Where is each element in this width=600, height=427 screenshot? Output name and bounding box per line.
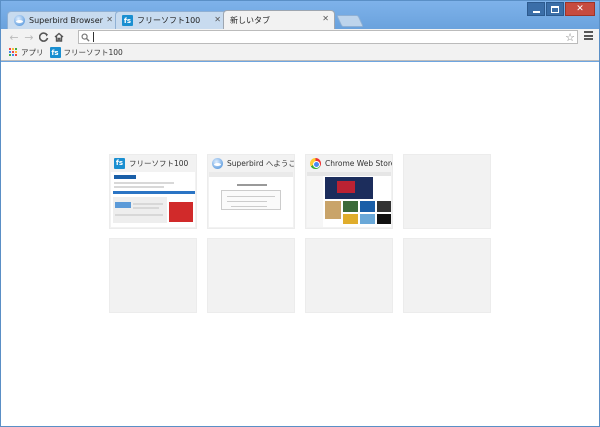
tab-superbird-browser[interactable]: Superbird Browser ✕ bbox=[7, 11, 119, 29]
tile-title: Superbird へようこそ bbox=[227, 158, 294, 168]
tab-close-icon[interactable]: ✕ bbox=[106, 16, 113, 24]
most-visited-grid: fs フリーソフト100 Superbird へよう Chrome Web St… bbox=[109, 154, 493, 313]
omnibox-input[interactable] bbox=[94, 31, 577, 43]
menu-bar-icon bbox=[584, 34, 593, 37]
minimize-icon bbox=[532, 10, 540, 13]
menu-bar-icon bbox=[584, 38, 593, 40]
most-visited-tile-chrome-web-store[interactable]: Chrome Web Store bbox=[305, 154, 393, 229]
window-controls: ✕ bbox=[527, 2, 595, 16]
home-icon bbox=[54, 32, 64, 42]
bookmark-star-icon[interactable]: ☆ bbox=[565, 31, 575, 44]
tile-thumbnail bbox=[209, 172, 293, 227]
tab-new-tab[interactable]: 新しいタブ ✕ bbox=[223, 10, 335, 29]
tab-label: Superbird Browser bbox=[29, 16, 103, 25]
bookmarks-bar: アプリ fs フリーソフト100 bbox=[1, 45, 599, 61]
bookmark-apps[interactable]: アプリ bbox=[9, 47, 44, 58]
tab-freesoft100[interactable]: fs フリーソフト100 ✕ bbox=[115, 11, 227, 29]
search-icon bbox=[81, 32, 90, 42]
tile-title: フリーソフト100 bbox=[129, 158, 189, 168]
menu-bar-icon bbox=[584, 31, 593, 33]
reload-button[interactable] bbox=[37, 30, 51, 44]
chrome-web-store-favicon-icon bbox=[310, 157, 321, 169]
omnibox[interactable]: ☆ bbox=[78, 30, 578, 44]
tile-title: Chrome Web Store bbox=[325, 158, 392, 168]
close-window-button[interactable]: ✕ bbox=[565, 2, 595, 16]
maximize-icon bbox=[551, 5, 559, 13]
home-button[interactable] bbox=[52, 30, 66, 44]
bookmark-freesoft100[interactable]: fs フリーソフト100 bbox=[49, 47, 123, 58]
close-icon: ✕ bbox=[576, 4, 584, 14]
most-visited-tile-empty bbox=[403, 154, 491, 229]
fs-favicon-icon: fs bbox=[114, 157, 125, 169]
tile-thumbnail bbox=[111, 172, 195, 227]
tab-close-icon[interactable]: ✕ bbox=[322, 15, 329, 23]
most-visited-tile-freesoft100[interactable]: fs フリーソフト100 bbox=[109, 154, 197, 229]
title-bar: Superbird Browser ✕ fs フリーソフト100 ✕ 新しいタブ… bbox=[1, 1, 599, 29]
reload-icon bbox=[39, 32, 49, 42]
superbird-favicon-icon bbox=[212, 157, 223, 169]
most-visited-tile-empty bbox=[305, 238, 393, 313]
fs-favicon-icon: fs bbox=[122, 15, 133, 26]
new-tab-button[interactable] bbox=[336, 15, 364, 27]
tab-strip: Superbird Browser ✕ fs フリーソフト100 ✕ 新しいタブ… bbox=[7, 10, 364, 29]
back-arrow-icon: ← bbox=[9, 30, 19, 44]
apps-grid-icon bbox=[9, 48, 18, 57]
menu-button[interactable] bbox=[584, 31, 593, 40]
fs-favicon-icon: fs bbox=[49, 47, 61, 58]
tile-header: Superbird へようこそ bbox=[208, 155, 294, 171]
most-visited-tile-empty bbox=[109, 238, 197, 313]
new-tab-page: fs フリーソフト100 Superbird へよう Chrome Web St… bbox=[1, 62, 599, 426]
forward-arrow-icon: → bbox=[24, 30, 34, 44]
minimize-button[interactable] bbox=[527, 2, 545, 16]
toolbar: ← → ☆ bbox=[1, 29, 599, 45]
most-visited-tile-superbird[interactable]: Superbird へようこそ bbox=[207, 154, 295, 229]
most-visited-tile-empty bbox=[207, 238, 295, 313]
superbird-favicon-icon bbox=[14, 15, 25, 26]
most-visited-tile-empty bbox=[403, 238, 491, 313]
tile-thumbnail bbox=[307, 172, 391, 227]
bookmark-label: アプリ bbox=[21, 48, 44, 57]
back-button[interactable]: ← bbox=[7, 30, 21, 44]
tab-label: フリーソフト100 bbox=[137, 16, 201, 25]
maximize-button[interactable] bbox=[546, 2, 564, 16]
forward-button[interactable]: → bbox=[22, 30, 36, 44]
tab-close-icon[interactable]: ✕ bbox=[214, 16, 221, 24]
tile-header: fs フリーソフト100 bbox=[110, 155, 196, 171]
browser-window: Superbird Browser ✕ fs フリーソフト100 ✕ 新しいタブ… bbox=[0, 0, 600, 427]
tab-label: 新しいタブ bbox=[230, 15, 270, 25]
bookmark-label: フリーソフト100 bbox=[63, 48, 123, 57]
tile-header: Chrome Web Store bbox=[306, 155, 392, 171]
